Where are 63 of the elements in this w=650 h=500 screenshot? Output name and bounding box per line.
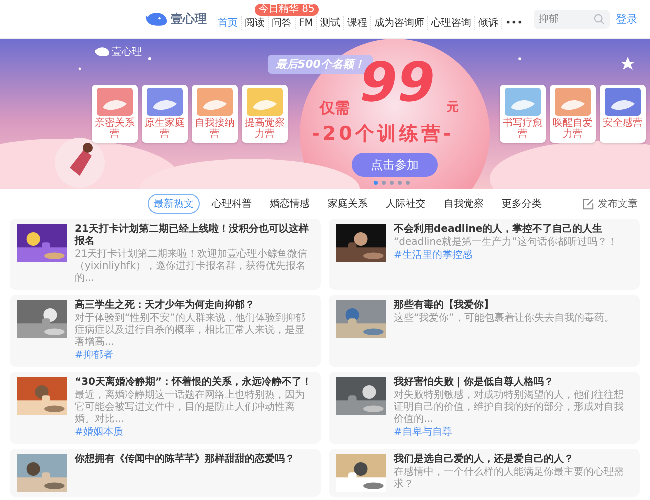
- nav-link[interactable]: 成为咨询师: [371, 16, 428, 30]
- publish-link[interactable]: 发布文章: [583, 197, 638, 211]
- article-title[interactable]: 你想拥有《传闻中的陈芊芊》那样甜甜的恋爱吗？: [75, 454, 295, 466]
- search-icon: [594, 14, 606, 24]
- whale-logo-icon: [146, 12, 168, 26]
- article-summary: 最近，离婚冷静期这一话题在网络上也特别热，因为它可能会被写进文件中，目的是防止人们冲动性离婚。对比...: [75, 390, 306, 426]
- article-card[interactable]: 我们是选自己爱的人，还是爱自己的人？ 在感情中，一个什么样的人能满足你最主要的心理需求？: [329, 449, 640, 497]
- article-title[interactable]: “30天离婚冷静期”：怀着恨的关系，永远冷静不了！: [75, 377, 314, 389]
- category-tab[interactable]: 心理科普: [206, 194, 258, 214]
- price-prefix: 仅需: [320, 99, 350, 118]
- category-tab[interactable]: 婚恋情感: [264, 194, 316, 214]
- nav-link[interactable]: 测试: [317, 16, 344, 30]
- category-tab[interactable]: 人际社交: [380, 194, 432, 214]
- article-summary: 21天打卡计划第二期来啦！欢迎加壹心理小鲸鱼微信（yixinliyhfk），邀你进打卡报名群，获得优先报名的...: [75, 249, 309, 285]
- nav-link[interactable]: 心理咨询: [428, 16, 474, 30]
- article-summary: “deadline就是第一生产力”这句话你都听过吗？！: [394, 237, 618, 249]
- category-tab[interactable]: 自我觉察: [438, 194, 490, 214]
- price-unit: 元: [447, 99, 459, 116]
- article-card[interactable]: 不会利用deadline的人，掌控不了自己的人生 “deadline就是第一生产力”这句话你都听过吗？！ #生活里的掌控感: [329, 219, 640, 290]
- carousel-dot[interactable]: [398, 181, 402, 185]
- carousel-dot[interactable]: [406, 181, 410, 185]
- logo-text: 壹心理: [171, 10, 207, 28]
- article-title[interactable]: 不会利用deadline的人，掌控不了自己的人生: [394, 224, 618, 236]
- camp-card[interactable]: 书写疗愈营: [500, 85, 546, 143]
- camp-card[interactable]: 原生家庭营: [142, 85, 188, 143]
- banner-logo-text: 壹心理: [112, 46, 142, 59]
- carousel-dot[interactable]: [374, 181, 378, 185]
- article-card[interactable]: 21天打卡计划第二期已经上线啦！没积分也可以这样报名 21天打卡计划第二期来啦！欢迎加壹心理小鲸鱼微信（yixinliyhfk），邀你进打卡报名群，获得优先报名的...: [10, 219, 321, 290]
- edit-icon: [583, 198, 594, 210]
- category-tab[interactable]: 家庭关系: [322, 194, 374, 214]
- article-summary: 在感情中，一个什么样的人能满足你最主要的心理需求？: [394, 467, 625, 491]
- article-summary: 对失败特别敏感，对成功特别渴望的人，他们往往想证明自己的价值，维护自我的好的部分，形成对自我价值的...: [394, 390, 625, 426]
- camp-card[interactable]: 唤醒自爱力营: [550, 85, 596, 143]
- article-card[interactable]: 你想拥有《传闻中的陈芊芊》那样甜甜的恋爱吗？: [10, 449, 321, 497]
- nav-link[interactable]: 倾诉: [475, 16, 502, 30]
- nav-link[interactable]: •••: [502, 18, 526, 28]
- article-title[interactable]: 21天打卡计划第二期已经上线啦！没积分也可以这样报名: [75, 224, 314, 248]
- category-tab[interactable]: 更多分类: [496, 194, 548, 214]
- nav-link[interactable]: 阅读: [242, 16, 268, 30]
- search-field[interactable]: 抑郁: [534, 10, 610, 28]
- article-card[interactable]: 高三学生之死：天才少年为何走向抑郁？ 对于体验到“性别不安”的人群来说，他们体验到抑郁症病症以及进行自杀的概率，相比正常人来说，是显著增高... #抑郁者: [10, 295, 321, 367]
- article-title[interactable]: 高三学生之死：天才少年为何走向抑郁？: [75, 300, 314, 312]
- camp-card[interactable]: 安全感营: [600, 85, 646, 143]
- article-card[interactable]: 那些有毒的【我爱你】 这些“我爱你”，可能包裹着让你失去自我的毒药。: [329, 295, 640, 367]
- nav-badge: 今日精华 85: [255, 4, 319, 16]
- article-summary: 对于体验到“性别不安”的人群来说，他们体验到抑郁症病症以及进行自杀的概率，相比正常人来说，是显著增高...: [75, 313, 306, 349]
- carousel-dot[interactable]: [382, 181, 386, 185]
- figure-drawing: [55, 138, 105, 188]
- article-title[interactable]: 我们是选自己爱的人，还是爱自己的人？: [394, 454, 633, 466]
- carousel-dot[interactable]: [390, 181, 394, 185]
- article-card[interactable]: 我好害怕失败｜你是低自尊人格吗？ 对失败特别敏感，对成功特别渴望的人，他们往往想证明自己的价值，维护自我的好的部分，形成对自我价值的... #自卑与自尊: [329, 372, 640, 444]
- whale-logo-icon: [95, 47, 110, 57]
- article-title[interactable]: 那些有毒的【我爱你】: [394, 300, 614, 312]
- nav-link[interactable]: FM: [296, 18, 316, 28]
- nav-link[interactable]: 问答: [269, 16, 295, 30]
- banner-headline: -20个训练营-: [312, 122, 454, 147]
- article-card[interactable]: “30天离婚冷静期”：怀着恨的关系，永远冷静不了！ 最近，离婚冷静期这一话题在网络上也特别热，因为它可能会被写进文件中，目的是防止人们冲动性离婚。对比... #婚姻本质: [10, 372, 321, 444]
- article-title[interactable]: 我好害怕失败｜你是低自尊人格吗？: [394, 377, 633, 389]
- camp-card[interactable]: 提高觉察力营: [242, 85, 288, 143]
- camp-card[interactable]: 亲密关系营: [92, 85, 138, 143]
- nav-link[interactable]: 课程: [344, 16, 370, 30]
- article-summary: 这些“我爱你”，可能包裹着让你失去自我的毒药。: [394, 313, 614, 325]
- camp-card[interactable]: 自我接纳营: [192, 85, 238, 143]
